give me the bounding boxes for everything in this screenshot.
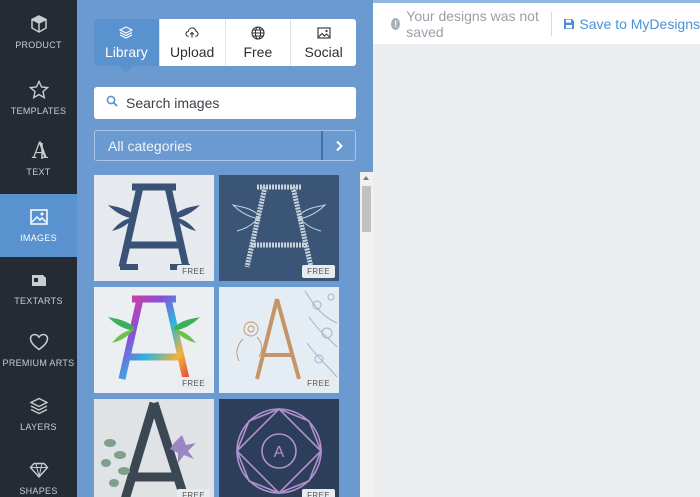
image-thumbnail[interactable]: A FREE bbox=[219, 399, 339, 497]
scroll-up-arrow-icon[interactable] bbox=[363, 176, 369, 180]
rail-label: TEXTARTS bbox=[14, 296, 63, 306]
rail-label: TEXT bbox=[26, 167, 51, 177]
free-badge: FREE bbox=[302, 489, 335, 497]
image-thumbnail[interactable]: FREE bbox=[94, 287, 214, 393]
tab-social[interactable]: Social bbox=[291, 19, 356, 66]
cloud-upload-icon bbox=[185, 26, 199, 40]
search-box bbox=[94, 87, 356, 119]
letter-a-geometric-image: A bbox=[235, 407, 323, 495]
image-thumbnail[interactable]: FREE bbox=[94, 399, 214, 497]
save-to-mydesigns-button[interactable]: Save to MyDesigns bbox=[563, 16, 700, 32]
globe-icon bbox=[251, 25, 265, 40]
rail-item-text[interactable]: a TEXT bbox=[0, 140, 77, 177]
star-icon bbox=[28, 80, 49, 100]
image-icon bbox=[317, 26, 331, 40]
top-bar: ! Your designs was not saved Save to MyD… bbox=[373, 0, 700, 44]
source-tabs: Library Upload Free Social bbox=[94, 19, 356, 73]
save-status: ! Your designs was not saved bbox=[391, 8, 541, 40]
rail-label: SHAPES bbox=[19, 486, 58, 496]
tab-label: Social bbox=[304, 43, 343, 60]
rail-item-templates[interactable]: TEMPLATES bbox=[0, 80, 77, 116]
rail-divider bbox=[0, 256, 77, 257]
svg-text:a: a bbox=[31, 140, 49, 162]
tab-free[interactable]: Free bbox=[226, 19, 292, 66]
letter-a-eucalyptus-image bbox=[101, 401, 196, 497]
panel-scrollbar[interactable] bbox=[360, 172, 373, 497]
image-grid: FREE FREE FREE FREE FREE A FREE bbox=[94, 175, 339, 497]
rail-item-layers[interactable]: LAYERS bbox=[0, 396, 77, 432]
left-rail: PRODUCT TEMPLATES a TEXT IMAGES TEXTARTS bbox=[0, 0, 77, 497]
category-label: All categories bbox=[108, 137, 193, 154]
search-icon bbox=[106, 94, 118, 112]
image-thumbnail[interactable]: FREE bbox=[94, 175, 214, 281]
free-badge: FREE bbox=[302, 377, 335, 390]
search-input[interactable] bbox=[126, 95, 346, 111]
layers-icon bbox=[28, 396, 49, 416]
heart-icon bbox=[29, 332, 49, 352]
scrollbar-thumb[interactable] bbox=[362, 186, 371, 232]
rail-label: LAYERS bbox=[20, 422, 57, 432]
rail-label: TEMPLATES bbox=[10, 106, 67, 116]
rail-item-premium-arts[interactable]: PREMIUM ARTS bbox=[0, 332, 77, 368]
tab-library[interactable]: Library bbox=[94, 19, 160, 73]
free-badge: FREE bbox=[302, 265, 335, 278]
cube-icon bbox=[29, 14, 49, 34]
floppy-disk-icon bbox=[563, 18, 575, 30]
rail-item-shapes[interactable]: SHAPES bbox=[0, 460, 77, 496]
free-badge: FREE bbox=[177, 489, 210, 497]
textart-icon bbox=[29, 270, 49, 290]
images-panel: Library Upload Free Social Search images… bbox=[77, 0, 373, 497]
divider bbox=[550, 11, 552, 36]
tab-label: Upload bbox=[169, 43, 215, 60]
tab-upload[interactable]: Upload bbox=[160, 19, 226, 66]
category-select[interactable]: All categories bbox=[94, 130, 356, 161]
text-a-icon: a bbox=[29, 140, 49, 162]
image-thumbnail[interactable]: FREE bbox=[219, 175, 339, 281]
rail-item-product[interactable]: PRODUCT bbox=[0, 14, 77, 50]
free-badge: FREE bbox=[177, 377, 210, 390]
app: PRODUCT TEMPLATES a TEXT IMAGES TEXTARTS bbox=[0, 0, 700, 497]
layers-icon bbox=[119, 26, 134, 40]
rail-label: PRODUCT bbox=[15, 40, 62, 50]
image-thumbnail[interactable]: FREE bbox=[219, 287, 339, 393]
rail-label: IMAGES bbox=[20, 233, 57, 243]
tab-label: Free bbox=[243, 43, 273, 60]
diamond-icon bbox=[29, 460, 49, 480]
save-label: Save to MyDesigns bbox=[579, 15, 700, 32]
info-icon: ! bbox=[391, 17, 401, 30]
save-status-text: Your designs was not saved bbox=[406, 7, 539, 40]
rail-label: PREMIUM ARTS bbox=[2, 358, 75, 368]
free-badge: FREE bbox=[177, 265, 210, 278]
chevron-right-icon[interactable] bbox=[321, 131, 355, 160]
rail-item-images[interactable]: IMAGES bbox=[0, 194, 77, 256]
svg-text:A: A bbox=[274, 444, 285, 461]
image-icon bbox=[29, 207, 49, 227]
rail-item-textarts[interactable]: TEXTARTS bbox=[0, 270, 77, 306]
tab-label: Library bbox=[104, 43, 148, 60]
